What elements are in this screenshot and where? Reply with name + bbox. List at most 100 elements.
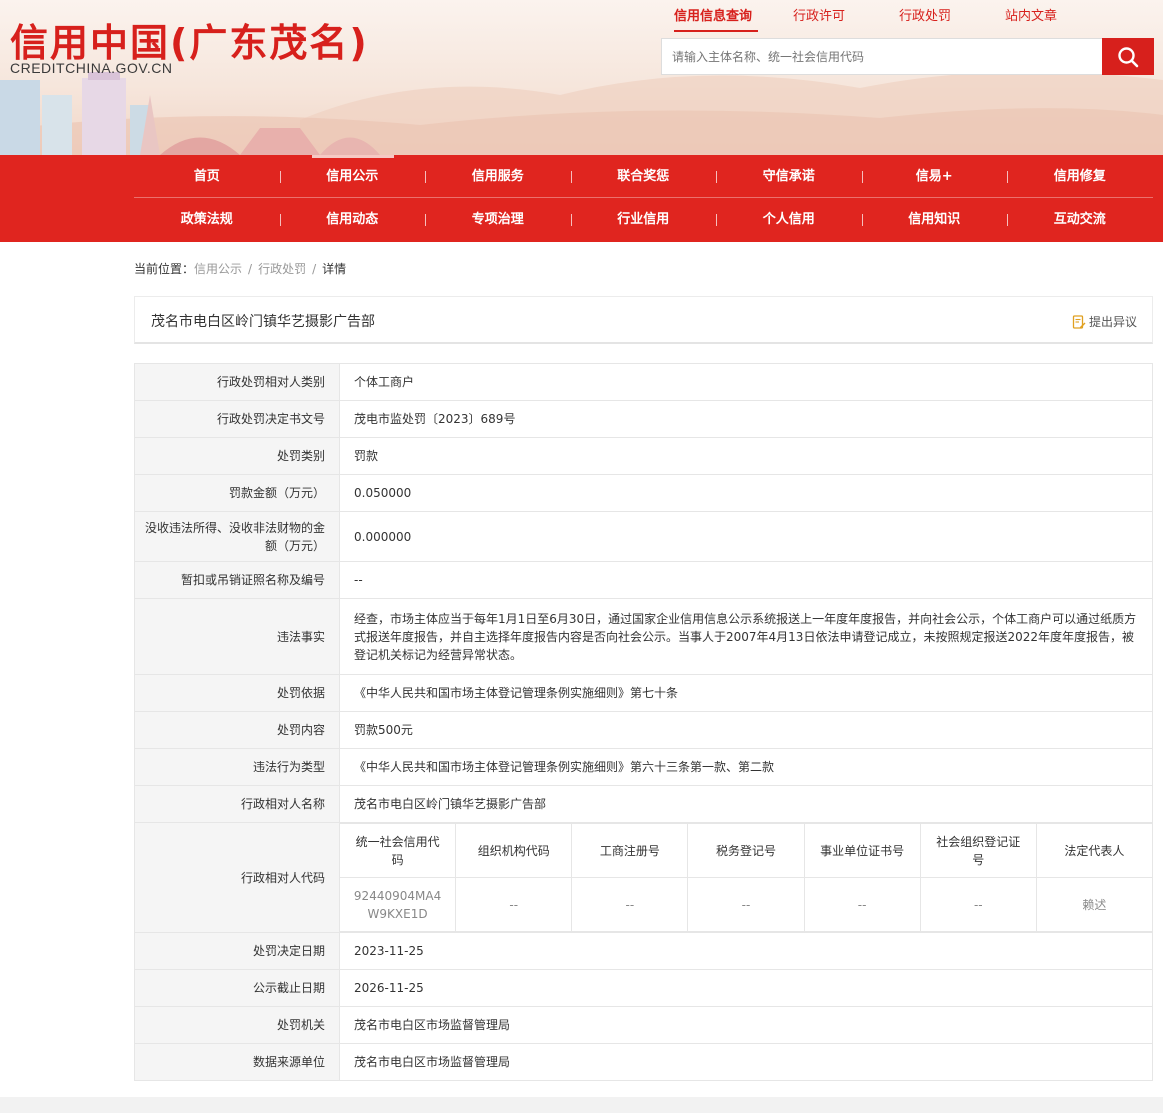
field-value: 0.050000 xyxy=(339,474,1153,512)
penalty-detail-table: 行政处罚相对人类别 个体工商户 行政处罚决定书文号 茂电市监处罚〔2023〕68… xyxy=(134,363,1154,1081)
tab-admin-penalty[interactable]: 行政处罚 xyxy=(872,5,978,30)
search-icon xyxy=(1118,46,1139,67)
detail-row: 处罚机关 茂名市电白区市场监督管理局 xyxy=(134,1006,1153,1044)
breadcrumb-separator: / xyxy=(312,262,317,276)
nav-home[interactable]: 首页 xyxy=(134,155,280,198)
tab-site-articles[interactable]: 站内文章 xyxy=(978,5,1084,30)
detail-row: 处罚依据 《中华人民共和国市场主体登记管理条例实施细则》第七十条 xyxy=(134,674,1153,712)
field-value: 2023-11-25 xyxy=(339,932,1153,970)
breadcrumb-prefix: 当前位置： xyxy=(134,262,195,276)
field-value: -- xyxy=(339,561,1153,599)
nav-personal-credit[interactable]: 个人信用 xyxy=(716,198,862,241)
detail-row: 公示截止日期 2026-11-25 xyxy=(134,969,1153,1007)
code-header: 税务登记号 xyxy=(687,823,805,878)
record-header: 茂名市电白区岭门镇华艺摄影广告部 提出异议 xyxy=(134,296,1153,344)
nav-credit-news[interactable]: 信用动态 xyxy=(279,198,426,241)
code-value: -- xyxy=(571,877,689,932)
code-table-row: 92440904MA4W9KXE1D -- -- -- -- -- 赖迖 xyxy=(338,877,1154,932)
search-input[interactable] xyxy=(661,38,1103,75)
active-tab-indicator xyxy=(674,30,758,32)
nav-interaction[interactable]: 互动交流 xyxy=(1007,198,1153,241)
tab-credit-query[interactable]: 信用信息查询 xyxy=(660,5,766,30)
field-value: 《中华人民共和国市场主体登记管理条例实施细则》第六十三条第一款、第二款 xyxy=(339,748,1153,786)
code-header: 事业单位证书号 xyxy=(803,823,921,878)
breadcrumb-admin-penalty[interactable]: 行政处罚 xyxy=(258,262,306,276)
detail-row: 处罚内容 罚款500元 xyxy=(134,711,1153,749)
nav-credit-knowledge[interactable]: 信用知识 xyxy=(861,198,1008,241)
detail-row: 处罚决定日期 2023-11-25 xyxy=(134,932,1153,970)
code-header: 法定代表人 xyxy=(1035,823,1154,878)
nav-xinyi[interactable]: 信易+ xyxy=(861,155,1008,198)
field-value: 《中华人民共和国市场主体登记管理条例实施细则》第七十条 xyxy=(339,674,1153,712)
field-label: 罚款金额（万元） xyxy=(134,474,340,512)
nav-policy[interactable]: 政策法规 xyxy=(134,198,280,241)
breadcrumb-credit-disclosure[interactable]: 信用公示 xyxy=(194,262,242,276)
breadcrumb: 当前位置：信用公示 / 行政处罚 / 详情 xyxy=(134,260,346,277)
code-value: 92440904MA4W9KXE1D xyxy=(338,877,457,932)
field-value: 统一社会信用代码 组织机构代码 工商注册号 税务登记号 事业单位证书号 社会组织… xyxy=(338,822,1154,933)
site-logo[interactable]: 信用中国(广东茂名) xyxy=(10,12,369,67)
code-header: 统一社会信用代码 xyxy=(338,823,457,878)
search-button[interactable] xyxy=(1102,38,1154,75)
detail-row: 行政处罚决定书文号 茂电市监处罚〔2023〕689号 xyxy=(134,400,1153,438)
code-value: -- xyxy=(803,877,921,932)
nav-special-governance[interactable]: 专项治理 xyxy=(425,198,571,241)
main-nav: 首页 信用公示 信用服务 联合奖惩 守信承诺 信易+ 信用修复 政策法规 信用动… xyxy=(0,155,1163,242)
objection-button[interactable]: 提出异议 xyxy=(1072,313,1137,330)
code-table-header: 统一社会信用代码 组织机构代码 工商注册号 税务登记号 事业单位证书号 社会组织… xyxy=(338,823,1154,878)
code-header: 工商注册号 xyxy=(571,823,689,878)
footer-band xyxy=(0,1097,1163,1113)
field-label: 行政相对人代码 xyxy=(134,822,340,933)
detail-row: 违法行为类型 《中华人民共和国市场主体登记管理条例实施细则》第六十三条第一款、第… xyxy=(134,748,1153,786)
detail-row: 数据来源单位 茂名市电白区市场监督管理局 xyxy=(134,1043,1153,1081)
code-value: -- xyxy=(687,877,805,932)
field-value: 茂名市电白区市场监督管理局 xyxy=(339,1006,1153,1044)
page-title: 茂名市电白区岭门镇华艺摄影广告部 xyxy=(151,314,375,330)
detail-row: 违法事实 经查，市场主体应当于每年1月1日至6月30日，通过国家企业信用信息公示… xyxy=(134,598,1153,675)
breadcrumb-current: 详情 xyxy=(322,262,347,276)
nav-row-secondary: 政策法规 信用动态 专项治理 行业信用 个人信用 信用知识 互动交流 xyxy=(134,198,1153,241)
field-value: 个体工商户 xyxy=(339,363,1153,401)
code-header: 社会组织登记证号 xyxy=(919,823,1037,878)
edit-doc-icon xyxy=(1072,314,1086,329)
field-label: 数据来源单位 xyxy=(134,1043,340,1081)
code-value: -- xyxy=(919,877,1037,932)
nav-industry-credit[interactable]: 行业信用 xyxy=(570,198,717,241)
field-label: 处罚内容 xyxy=(134,711,340,749)
header-banner: 信用中国(广东茂名) CREDITCHINA.GOV.CN 信用信息查询 行政许… xyxy=(0,0,1163,155)
field-label: 公示截止日期 xyxy=(134,969,340,1007)
field-label: 违法事实 xyxy=(134,598,340,675)
detail-row: 处罚类别 罚款 xyxy=(134,437,1153,475)
field-value: 茂名市电白区岭门镇华艺摄影广告部 xyxy=(339,785,1153,823)
nav-credit-repair[interactable]: 信用修复 xyxy=(1007,155,1153,198)
nav-credit-disclosure[interactable]: 信用公示 xyxy=(279,155,426,198)
field-label: 违法行为类型 xyxy=(134,748,340,786)
field-value: 2026-11-25 xyxy=(339,969,1153,1007)
objection-label: 提出异议 xyxy=(1088,315,1137,329)
field-label: 行政处罚相对人类别 xyxy=(134,363,340,401)
nav-joint-rewards[interactable]: 联合奖惩 xyxy=(570,155,717,198)
breadcrumb-separator: / xyxy=(248,262,253,276)
code-value: 赖迖 xyxy=(1035,877,1154,932)
field-label: 处罚依据 xyxy=(134,674,340,712)
tab-admin-license[interactable]: 行政许可 xyxy=(766,5,872,30)
detail-row: 行政相对人名称 茂名市电白区岭门镇华艺摄影广告部 xyxy=(134,785,1153,823)
nav-credit-commitment[interactable]: 守信承诺 xyxy=(716,155,862,198)
field-label: 没收违法所得、没收非法财物的金额（万元） xyxy=(134,511,340,562)
field-value: 茂名市电白区市场监督管理局 xyxy=(339,1043,1153,1081)
party-code-table: 统一社会信用代码 组织机构代码 工商注册号 税务登记号 事业单位证书号 社会组织… xyxy=(338,823,1154,932)
nav-credit-service[interactable]: 信用服务 xyxy=(425,155,571,198)
field-value: 茂电市监处罚〔2023〕689号 xyxy=(339,400,1153,438)
detail-row: 行政处罚相对人类别 个体工商户 xyxy=(134,363,1153,401)
code-value: -- xyxy=(455,877,573,932)
nav-row-primary: 首页 信用公示 信用服务 联合奖惩 守信承诺 信易+ 信用修复 xyxy=(134,155,1153,198)
field-value: 0.000000 xyxy=(339,511,1153,562)
field-value: 罚款500元 xyxy=(339,711,1153,749)
code-header: 组织机构代码 xyxy=(455,823,573,878)
field-label: 处罚决定日期 xyxy=(134,932,340,970)
field-label: 处罚机关 xyxy=(134,1006,340,1044)
field-value: 经查，市场主体应当于每年1月1日至6月30日，通过国家企业信用信息公示系统报送上… xyxy=(339,598,1153,675)
field-label: 行政相对人名称 xyxy=(134,785,340,823)
field-label: 处罚类别 xyxy=(134,437,340,475)
field-label: 行政处罚决定书文号 xyxy=(134,400,340,438)
